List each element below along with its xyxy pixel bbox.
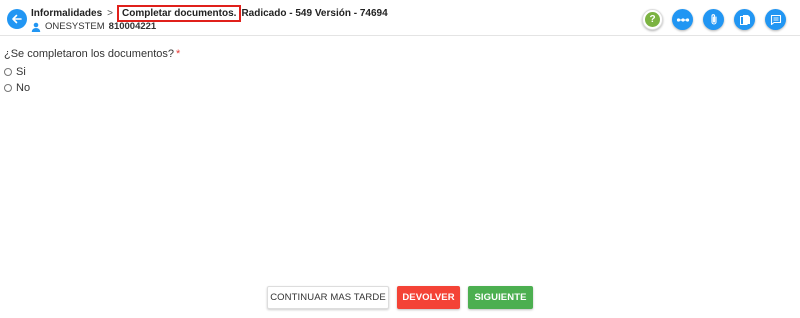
- company-line: ONESYSTEM 810004221: [31, 21, 156, 32]
- attachment-button[interactable]: [703, 9, 724, 30]
- radio-label: No: [16, 82, 31, 94]
- breadcrumb: Informalidades > Completar documentos. R…: [31, 5, 388, 22]
- documents-button[interactable]: [734, 9, 755, 30]
- more-horizontal-icon: [676, 17, 689, 22]
- breadcrumb-separator: >: [107, 8, 113, 19]
- comments-icon: [770, 14, 781, 25]
- person-icon: [31, 22, 41, 32]
- attachment-icon: [710, 14, 717, 25]
- help-icon: ?: [645, 12, 660, 27]
- arrow-left-icon: [12, 14, 22, 24]
- required-marker: *: [175, 48, 181, 60]
- return-button[interactable]: DEVOLVER: [397, 286, 460, 309]
- back-button[interactable]: [7, 9, 27, 29]
- breadcrumb-parent[interactable]: Informalidades: [31, 8, 102, 19]
- radio-button[interactable]: [4, 68, 12, 76]
- company-name: ONESYSTEM: [45, 21, 105, 32]
- more-options-button[interactable]: [672, 9, 693, 30]
- help-button[interactable]: ?: [642, 9, 663, 30]
- question-text: ¿Se completaron los documentos?: [4, 48, 174, 60]
- breadcrumb-current: Completar documentos.: [116, 5, 242, 22]
- comments-button[interactable]: [765, 9, 786, 30]
- question-label: ¿Se completaron los documentos? *: [4, 48, 180, 60]
- case-info: Radicado - 549 Versión - 74694: [241, 8, 388, 19]
- next-button[interactable]: SIGUIENTE: [468, 286, 533, 309]
- documents-icon: [739, 14, 750, 25]
- radio-label: Si: [16, 66, 26, 78]
- continue-later-button[interactable]: CONTINUAR MAS TARDE: [267, 286, 389, 309]
- radio-option-no[interactable]: No: [4, 82, 30, 94]
- radio-option-si[interactable]: Si: [4, 66, 26, 78]
- top-bar: Informalidades > Completar documentos. R…: [0, 0, 800, 36]
- company-id: 810004221: [108, 21, 157, 32]
- radio-button[interactable]: [4, 84, 12, 92]
